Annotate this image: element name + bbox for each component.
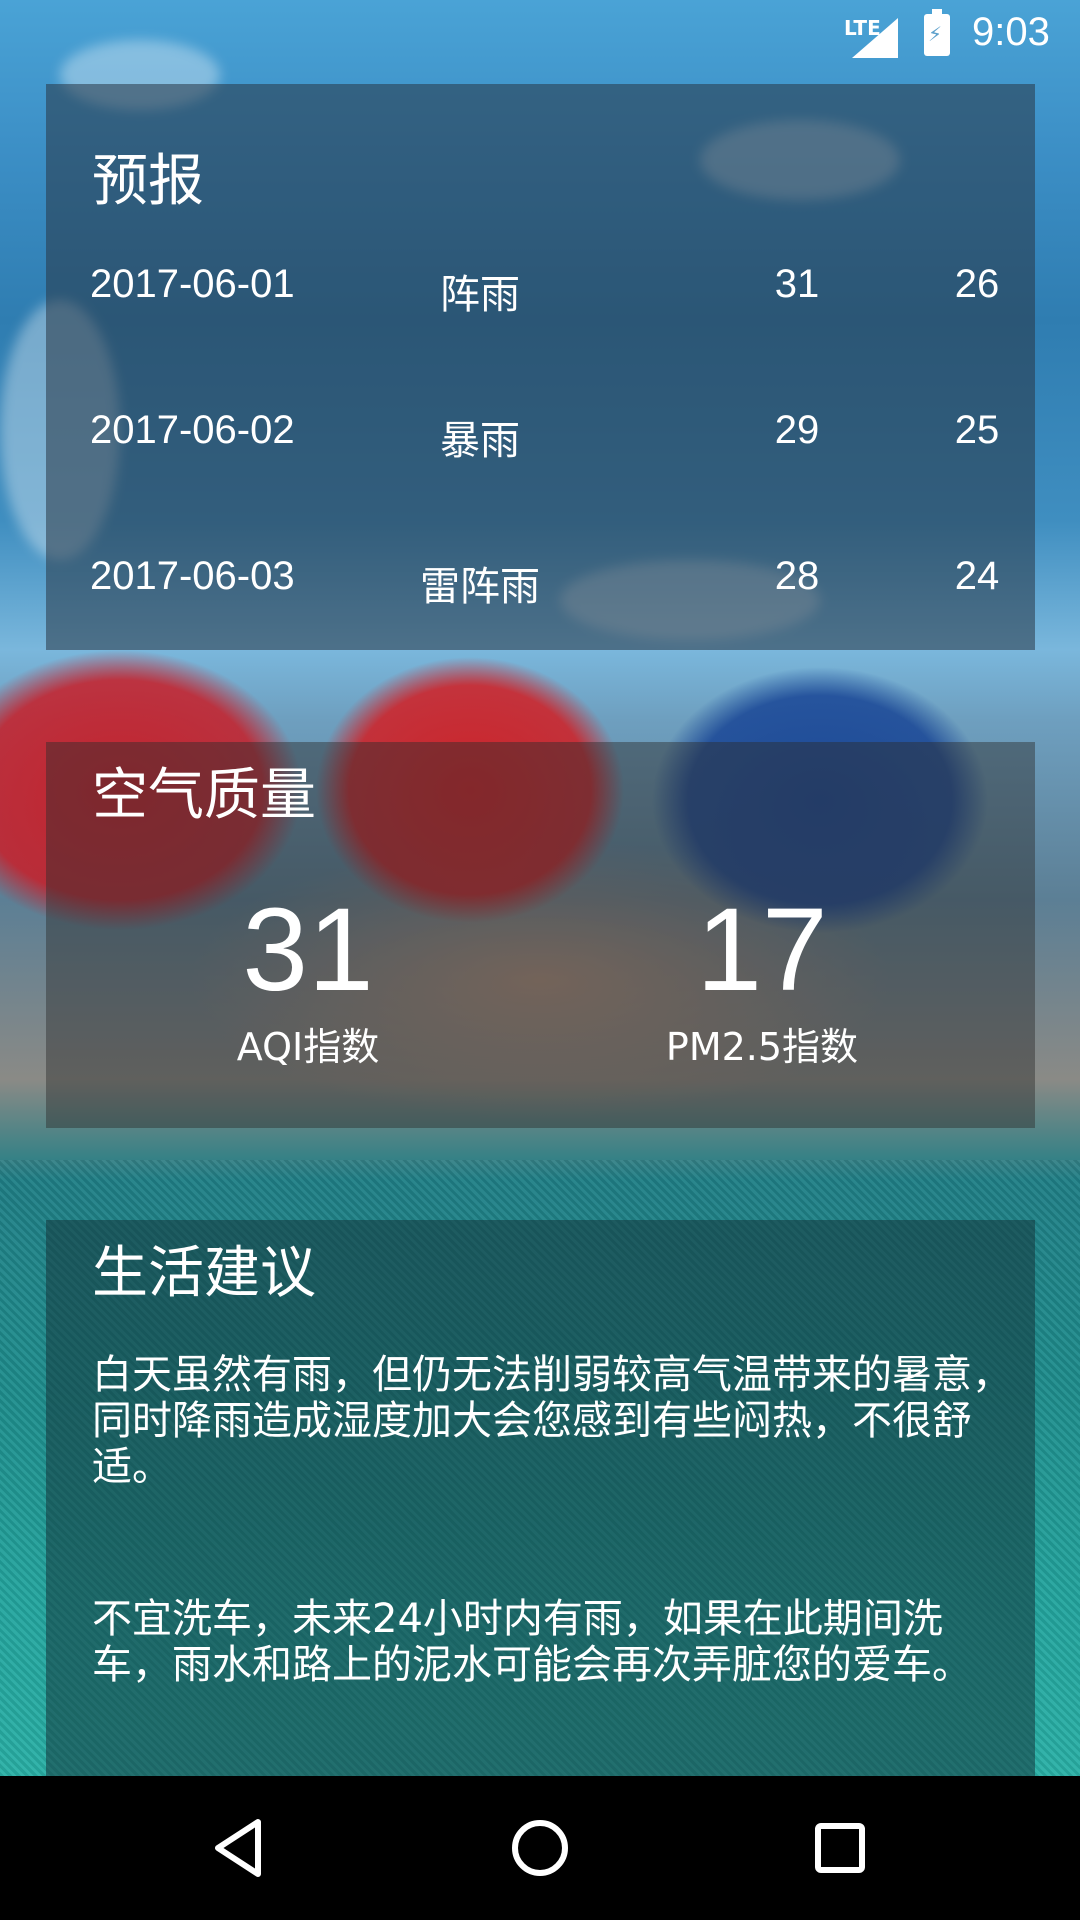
forecast-date: 2017-06-01 bbox=[90, 262, 295, 306]
forecast-high: 28 bbox=[774, 554, 820, 598]
life-advice-panel: 生活建议 白天虽然有雨，但仍无法削弱较高气温带来的暑意，同时降雨造成湿度加大会您… bbox=[46, 1220, 1035, 1776]
aqi-label: AQI指数 bbox=[236, 1025, 380, 1069]
forecast-date: 2017-06-03 bbox=[90, 554, 295, 598]
aqi-block: 31 AQI指数 bbox=[108, 890, 508, 1071]
status-bar: LTE 9:03 bbox=[0, 0, 1080, 72]
pm25-label: PM2.5指数 bbox=[665, 1025, 859, 1069]
life-advice-title: 生活建议 bbox=[92, 1241, 316, 1306]
forecast-title: 预报 bbox=[92, 149, 204, 214]
navigation-bar bbox=[0, 1776, 1080, 1920]
car-wash-advice: 不宜洗车，未来24小时内有雨，如果在此期间洗车，雨水和路上的泥水可能会再次弄脏您… bbox=[92, 1596, 972, 1688]
forecast-weather: 阵雨 bbox=[440, 272, 520, 318]
pm25-block: 17 PM2.5指数 bbox=[562, 890, 962, 1071]
forecast-row: 2017-06-01 阵雨 31 26 bbox=[46, 262, 1035, 322]
aqi-value: 31 bbox=[242, 884, 374, 1016]
comfort-advice: 白天虽然有雨，但仍无法削弱较高气温带来的暑意，同时降雨造成湿度加大会您感到有些闷… bbox=[92, 1352, 1012, 1490]
signal-icon bbox=[852, 18, 898, 58]
forecast-high: 31 bbox=[774, 262, 820, 306]
air-quality-title: 空气质量 bbox=[92, 763, 316, 828]
forecast-row: 2017-06-03 雷阵雨 28 24 bbox=[46, 554, 1035, 614]
home-icon[interactable] bbox=[504, 1812, 576, 1884]
clock: 9:03 bbox=[972, 10, 1050, 54]
battery-charging-icon bbox=[924, 9, 950, 56]
recent-apps-icon[interactable] bbox=[804, 1812, 876, 1884]
pm25-value: 17 bbox=[696, 884, 828, 1016]
forecast-high: 29 bbox=[774, 408, 820, 452]
forecast-weather: 暴雨 bbox=[440, 418, 520, 464]
forecast-panel: 预报 2017-06-01 阵雨 31 26 2017-06-02 暴雨 29 … bbox=[46, 84, 1035, 650]
forecast-row: 2017-06-02 暴雨 29 25 bbox=[46, 408, 1035, 468]
back-icon[interactable] bbox=[204, 1812, 276, 1884]
air-quality-panel: 空气质量 31 AQI指数 17 PM2.5指数 bbox=[46, 742, 1035, 1128]
forecast-weather: 雷阵雨 bbox=[420, 564, 540, 610]
forecast-date: 2017-06-02 bbox=[90, 408, 295, 452]
forecast-low: 26 bbox=[954, 262, 1000, 306]
forecast-low: 24 bbox=[954, 554, 1000, 598]
forecast-low: 25 bbox=[954, 408, 1000, 452]
